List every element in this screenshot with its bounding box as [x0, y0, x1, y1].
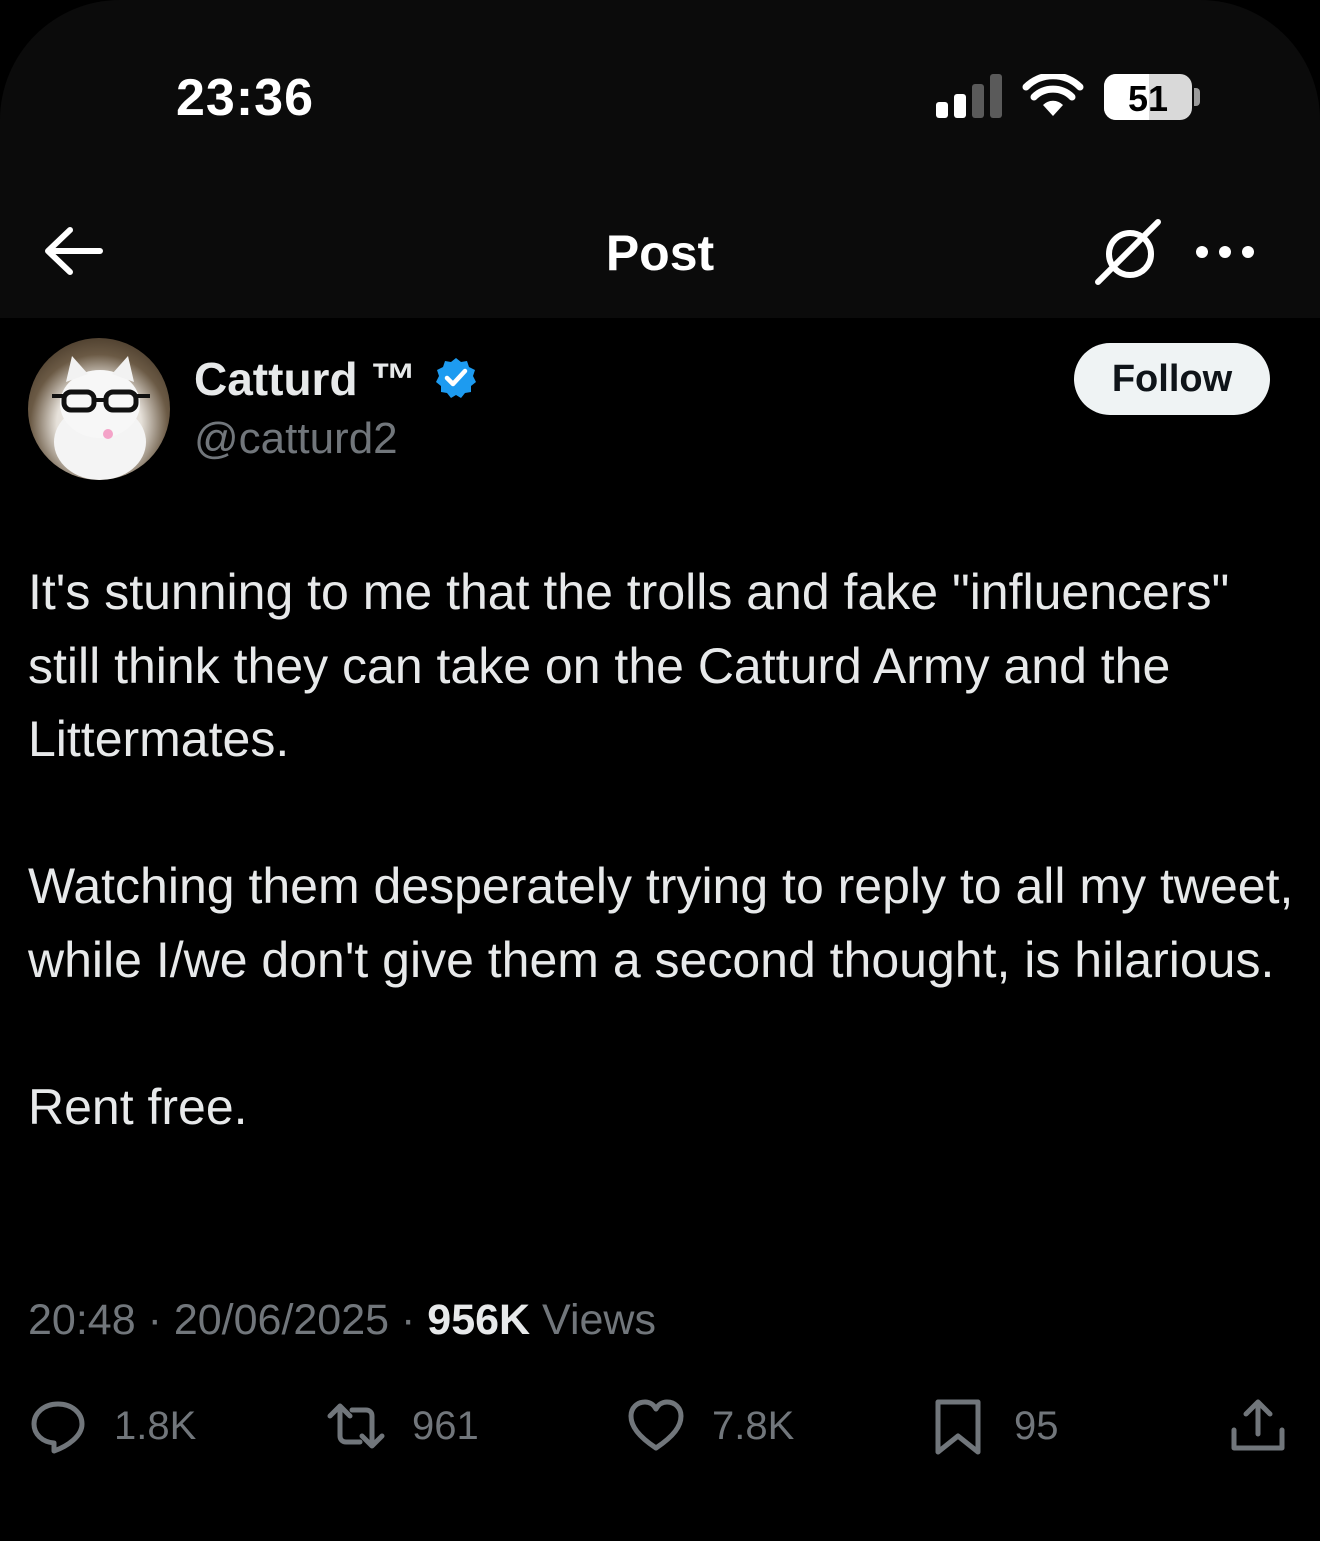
cutoff-glyphs: [28, 1528, 448, 1541]
status-time: 23:36: [176, 69, 314, 127]
reply-count: 1.8K: [114, 1403, 197, 1448]
tweet-time: 20:48: [28, 1296, 136, 1344]
meta-separator: ·: [401, 1296, 416, 1344]
bookmark-icon: [935, 1399, 981, 1455]
cellular-signal-icon: [936, 74, 1002, 118]
bookmark-button[interactable]: 95: [928, 1394, 1059, 1458]
views-label: Views: [542, 1296, 656, 1344]
tweet-paragraph: Watching them desperately trying to repl…: [28, 858, 1294, 988]
heart-icon: [628, 1399, 684, 1451]
next-section-heading-cutoff: [28, 1528, 448, 1541]
share-icon: [1231, 1399, 1285, 1451]
like-button[interactable]: 7.8K: [626, 1394, 794, 1458]
avatar[interactable]: [28, 338, 170, 480]
battery-nub: [1194, 88, 1200, 106]
more-icon[interactable]: [1194, 238, 1256, 266]
bookmark-count: 95: [1014, 1403, 1059, 1448]
meta-separator: ·: [147, 1296, 162, 1344]
repost-count: 961: [412, 1403, 479, 1448]
like-count: 7.8K: [712, 1403, 795, 1448]
author-handle[interactable]: @catturd2: [194, 414, 398, 464]
grok-icon[interactable]: [1094, 218, 1164, 288]
tweet-text: It's stunning to me that the trolls and …: [28, 556, 1298, 1144]
tweet-date: 20/06/2025: [173, 1296, 390, 1344]
avatar-cat-image: [52, 356, 150, 480]
repost-icon: [327, 1403, 385, 1449]
verified-badge-icon: [436, 358, 476, 398]
repost-button[interactable]: 961: [326, 1394, 479, 1458]
author-name[interactable]: Catturd ™: [194, 352, 416, 406]
battery-percentage: 51: [1127, 78, 1169, 119]
wifi-icon: [1022, 74, 1084, 116]
share-button[interactable]: [1228, 1394, 1288, 1458]
views-count[interactable]: 956K: [427, 1296, 530, 1344]
battery-icon: 51: [1104, 74, 1192, 120]
top-bar: 23:36 51 Post: [0, 0, 1320, 318]
reply-icon: [31, 1401, 85, 1454]
tweet-paragraph: Rent free.: [28, 1078, 248, 1135]
tweet-meta: 20:48 · 20/06/2025 · 956K Views: [28, 1296, 656, 1345]
tweet-paragraph: It's stunning to me that the trolls and …: [28, 564, 1230, 767]
reply-button[interactable]: 1.8K: [28, 1394, 196, 1458]
follow-button[interactable]: Follow: [1074, 343, 1270, 415]
